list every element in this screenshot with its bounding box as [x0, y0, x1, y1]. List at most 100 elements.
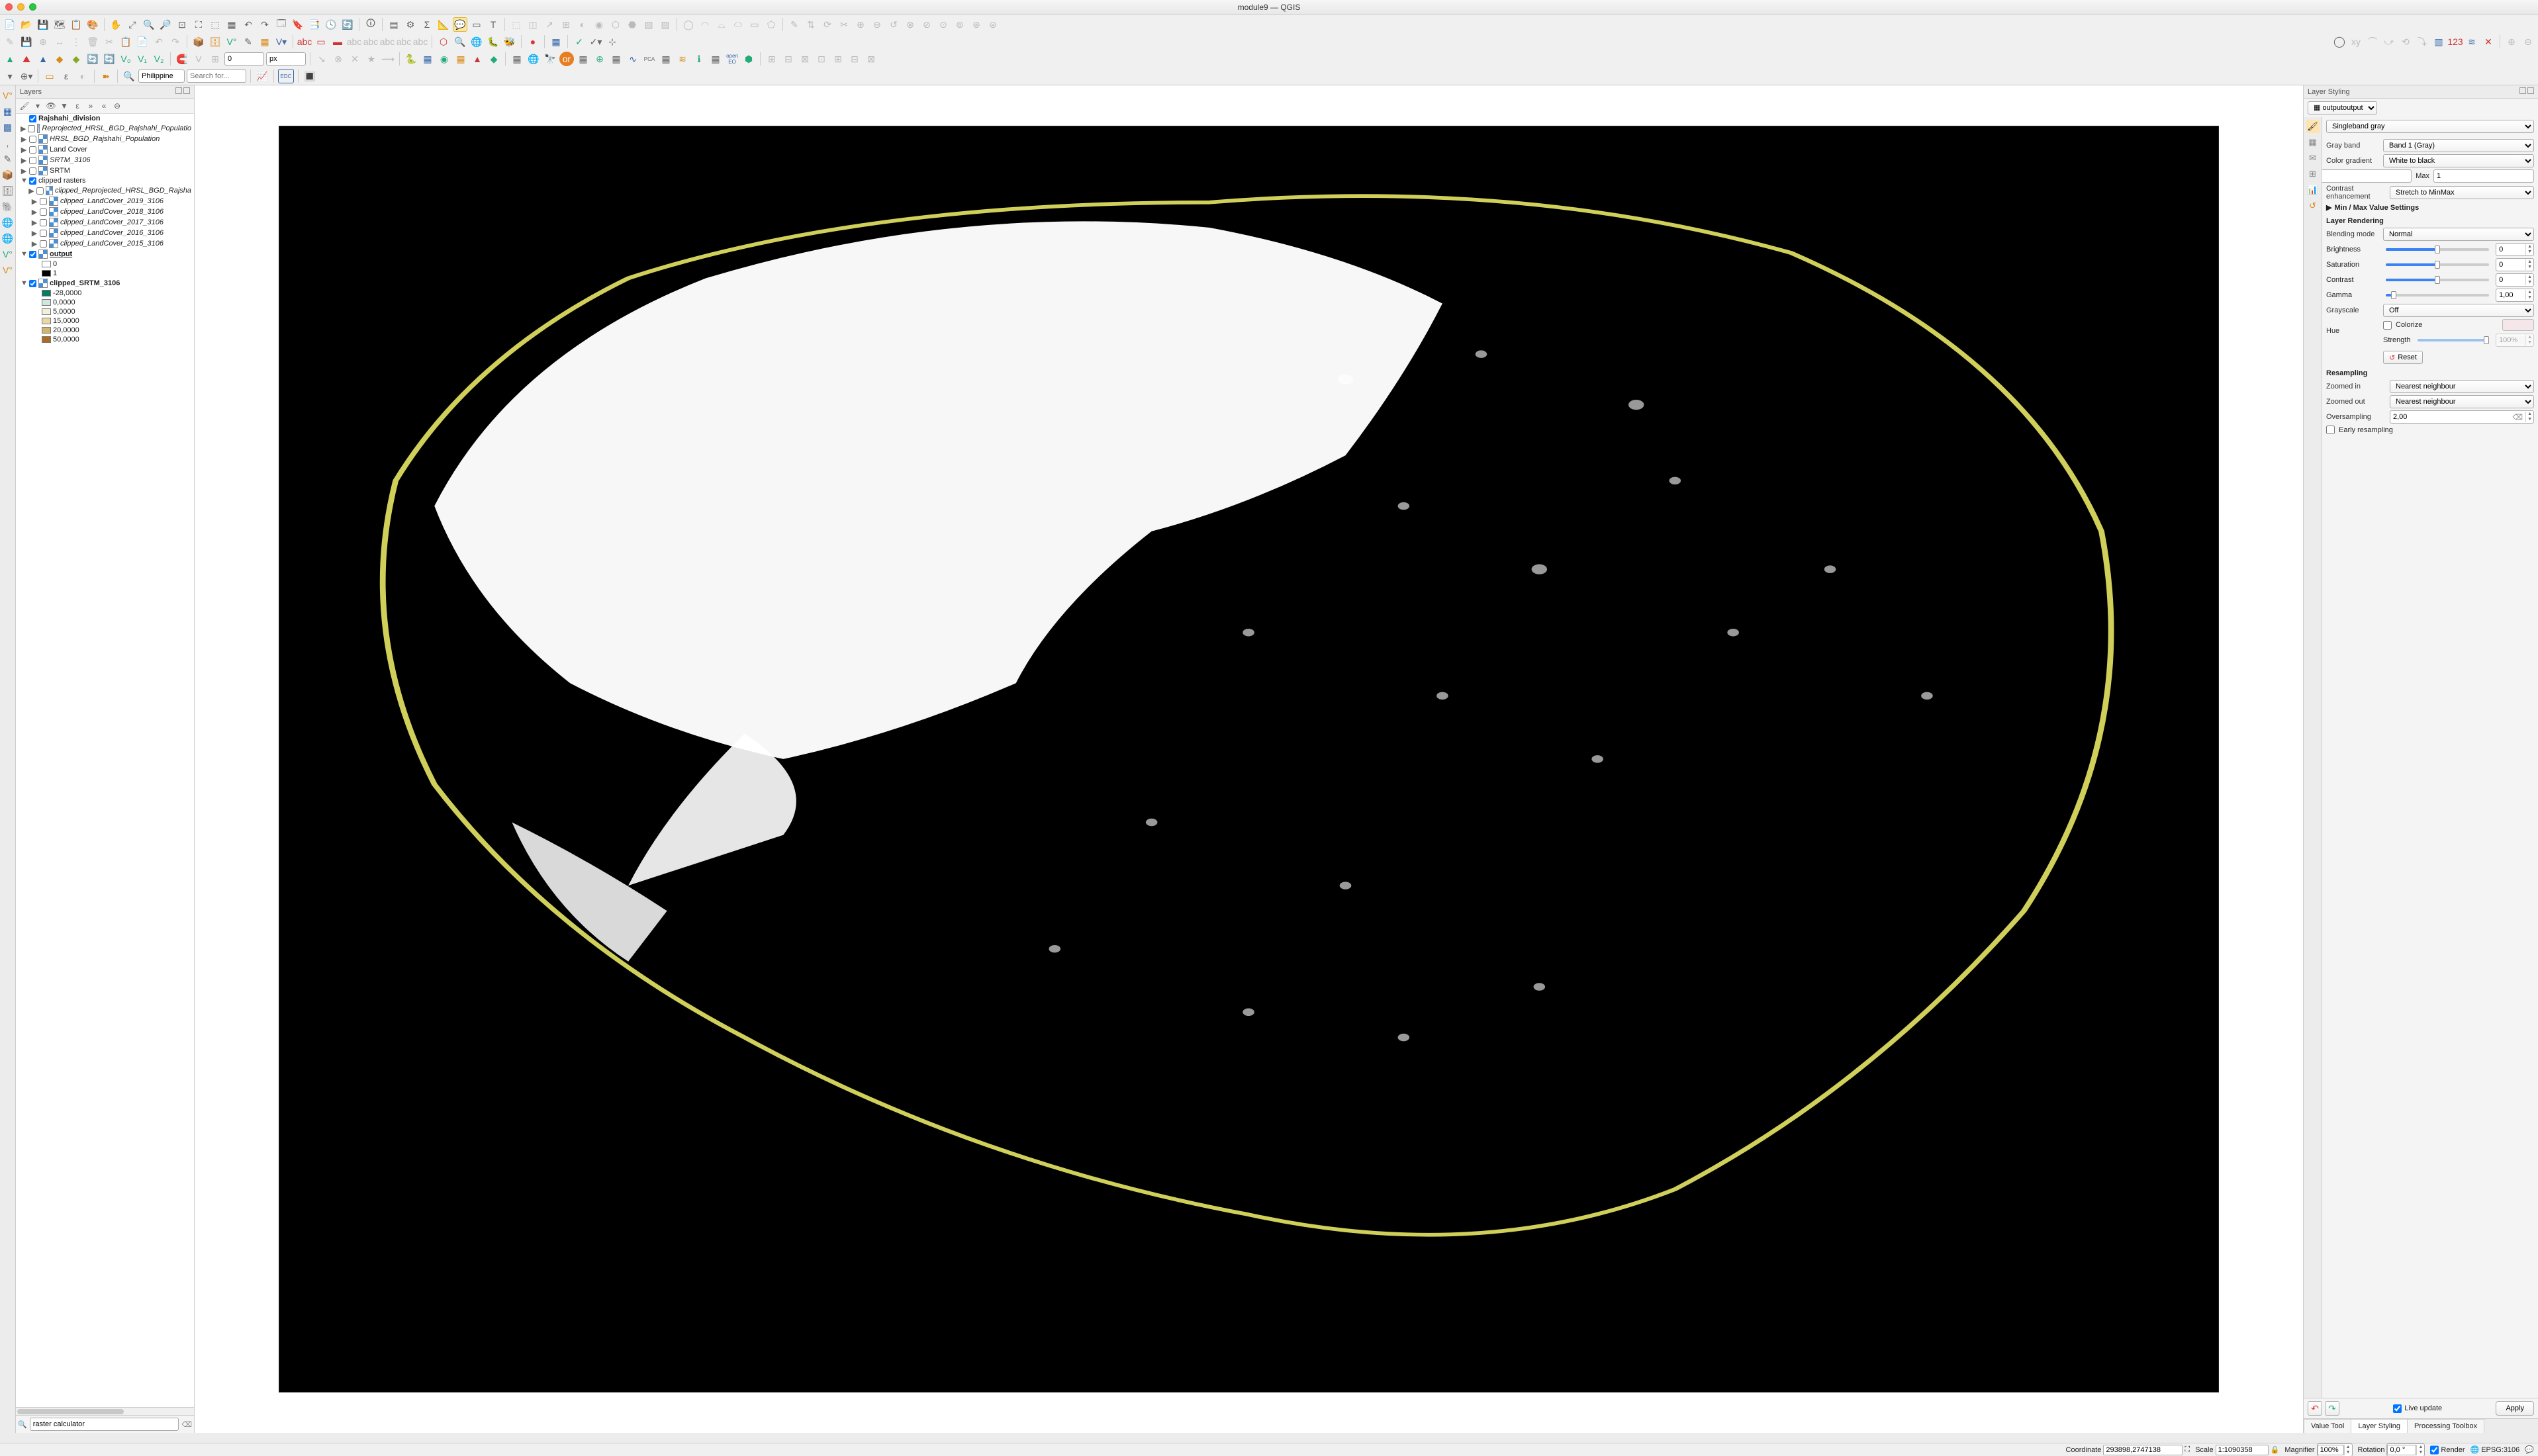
r3-btn-37[interactable]: ⊠ — [798, 52, 812, 66]
r3-btn-26[interactable]: ⊕ — [592, 52, 607, 66]
r3-btn-9[interactable]: V₁ — [135, 52, 150, 66]
r3-btn-4[interactable]: ◆ — [52, 52, 67, 66]
poly-tool-4[interactable]: 🐛 — [486, 34, 500, 49]
zoom-next-button[interactable]: ↷ — [258, 17, 272, 32]
r3-btn-5[interactable]: ◆ — [69, 52, 83, 66]
rendering-tab-icon[interactable]: ⊞ — [2306, 167, 2320, 181]
mesh-8-button[interactable]: ⬣ — [625, 17, 639, 32]
r3-btn-16[interactable]: ▦ — [420, 52, 435, 66]
edit-toggle-button[interactable]: ✎ — [3, 34, 17, 49]
save-edits-button[interactable]: 💾 — [19, 34, 34, 49]
dock-spatialite-icon[interactable]: 🗄 — [2, 185, 14, 197]
paste-button[interactable]: 📄 — [135, 34, 150, 49]
layer-tree-item[interactable]: Rajshahi_division — [16, 114, 194, 123]
r3-btn-15[interactable]: ⟿ — [381, 52, 395, 66]
dock-gpkg-icon[interactable]: 📦 — [2, 169, 14, 181]
digitize-5-button[interactable]: ⊕ — [853, 17, 868, 32]
layer-tree-item[interactable]: ▶clipped_LandCover_2017_3106 — [16, 217, 194, 228]
r3-btn-27[interactable]: ▦ — [609, 52, 624, 66]
live-update-checkbox[interactable] — [2393, 1404, 2402, 1413]
r3-btn-3[interactable]: ▲ — [36, 52, 50, 66]
layer-tree-item[interactable]: ▶SRTM_3106 — [16, 155, 194, 165]
shape-3-button[interactable]: ⌓ — [714, 17, 729, 32]
snap-4-button[interactable]: ⤵ — [2415, 34, 2429, 49]
redo-button[interactable]: ↷ — [168, 34, 183, 49]
layer-tree-item[interactable]: ▶clipped_LandCover_2019_3106 — [16, 196, 194, 206]
poly-tool-1[interactable]: ⬡ — [436, 34, 451, 49]
layer-visibility-checkbox[interactable] — [29, 280, 36, 287]
layer-visibility-checkbox[interactable] — [28, 125, 35, 132]
shape-6-button[interactable]: ⬠ — [764, 17, 778, 32]
snap-5-button[interactable]: ▥ — [2431, 34, 2446, 49]
undo-styling-button[interactable]: ↶ — [2308, 1401, 2322, 1416]
layer-tree-item[interactable]: ▶clipped_Reprojected_HRSL_BGD_Rajsha — [16, 185, 194, 196]
r4-btn-3[interactable]: ◐ — [75, 69, 90, 83]
layer-tree-item[interactable]: ▶clipped_LandCover_2018_3106 — [16, 206, 194, 217]
snap-10-button[interactable]: ⊖ — [2521, 34, 2535, 49]
grayscale-select[interactable]: Off — [2383, 304, 2534, 317]
snap-grid-button[interactable]: ⊞ — [208, 52, 222, 66]
layers-hscroll[interactable] — [16, 1407, 194, 1415]
label-tool-3[interactable]: ▬ — [330, 34, 345, 49]
label-tool-8[interactable]: abc — [413, 34, 428, 49]
label-tool-5[interactable]: abc — [363, 34, 378, 49]
dock-pg-icon[interactable]: 🐘 — [2, 201, 14, 212]
new-shapefile-button[interactable]: V° — [224, 34, 239, 49]
layer-tree-item[interactable]: ▼output — [16, 249, 194, 259]
pan-to-selection-button[interactable]: ⤢ — [125, 17, 140, 32]
mesh-10-button[interactable]: ▨ — [658, 17, 673, 32]
r3-btn-25[interactable]: ▦ — [576, 52, 590, 66]
layers-add-group-button[interactable]: ▾ — [32, 100, 44, 112]
locator-clear-icon[interactable]: ⌫ — [181, 1420, 192, 1429]
mesh-1-button[interactable]: ⬚ — [509, 17, 524, 32]
add-vector-button[interactable]: 📦 — [191, 34, 206, 49]
label-tool-4[interactable]: abc — [347, 34, 361, 49]
oversampling-spin[interactable]: ⌫▲▼ — [2390, 410, 2534, 424]
snap-2-button[interactable]: ⤻ — [2382, 34, 2396, 49]
layer-tree-item[interactable]: ▼clipped_SRTM_3106 — [16, 278, 194, 289]
plugin-btn-1[interactable]: ● — [526, 34, 540, 49]
r3-btn-17[interactable]: ◉ — [437, 52, 451, 66]
layer-tree-item[interactable]: -28,0000 — [16, 289, 194, 298]
tree-toggle-icon[interactable]: ▶ — [21, 146, 27, 154]
snap-settings-button[interactable]: 🧲 — [175, 52, 189, 66]
openeo-button[interactable]: openEO — [725, 52, 739, 66]
r3-btn-1[interactable]: ▲ — [3, 52, 17, 66]
r3-btn-2[interactable]: ⛰ — [19, 52, 34, 66]
r3-btn-23[interactable]: 🔭 — [543, 52, 557, 66]
r3-btn-36[interactable]: ⊟ — [781, 52, 796, 66]
tree-toggle-icon[interactable]: ▼ — [21, 177, 27, 185]
layers-visibility-button[interactable]: 👁 — [45, 100, 57, 112]
symbology-tab-icon[interactable]: 🖌 — [2306, 120, 2320, 133]
plugin-btn-2[interactable]: ▦ — [549, 34, 563, 49]
r3-btn-40[interactable]: ⊟ — [847, 52, 862, 66]
dock-wcs-icon[interactable]: 🌐 — [2, 232, 14, 244]
snap-7-button[interactable]: ≋ — [2465, 34, 2479, 49]
map-canvas[interactable] — [195, 85, 2303, 1433]
dock-wfs-icon[interactable]: V° — [2, 248, 14, 260]
crs-label[interactable]: EPSG:3106 — [2481, 1446, 2519, 1454]
colorize-color-button[interactable] — [2502, 319, 2534, 331]
layer-tree-item[interactable]: 5,0000 — [16, 307, 194, 316]
snap-8-button[interactable]: ✕ — [2481, 34, 2496, 49]
r3-btn-28[interactable]: ∿ — [626, 52, 640, 66]
layer-tree-item[interactable]: ▶clipped_LandCover_2016_3106 — [16, 228, 194, 238]
digitize-1-button[interactable]: ✎ — [787, 17, 802, 32]
apply-button[interactable]: Apply — [2496, 1401, 2534, 1416]
layer-tree-item[interactable]: 20,0000 — [16, 326, 194, 335]
contrast-enh-select[interactable]: Stretch to MinMax — [2390, 186, 2534, 199]
snap-unit-select[interactable]: px — [266, 52, 306, 66]
label-tool-1[interactable]: abc — [297, 34, 312, 49]
mesh-9-button[interactable]: ▧ — [641, 17, 656, 32]
dock-mesh-icon[interactable]: ▩ — [2, 121, 14, 133]
add-raster-button[interactable]: 🗄 — [208, 34, 222, 49]
r3-btn-35[interactable]: ⊞ — [765, 52, 779, 66]
saturation-slider[interactable] — [2386, 263, 2489, 266]
digitize-10-button[interactable]: ⊙ — [936, 17, 951, 32]
layer-visibility-checkbox[interactable] — [40, 208, 47, 216]
layer-visibility-checkbox[interactable] — [40, 230, 47, 237]
renderer-select[interactable]: Singleband gray — [2326, 120, 2534, 133]
layer-tree-item[interactable]: 1 — [16, 269, 194, 278]
digitize-7-button[interactable]: ↺ — [886, 17, 901, 32]
r3-btn-39[interactable]: ⊞ — [831, 52, 845, 66]
